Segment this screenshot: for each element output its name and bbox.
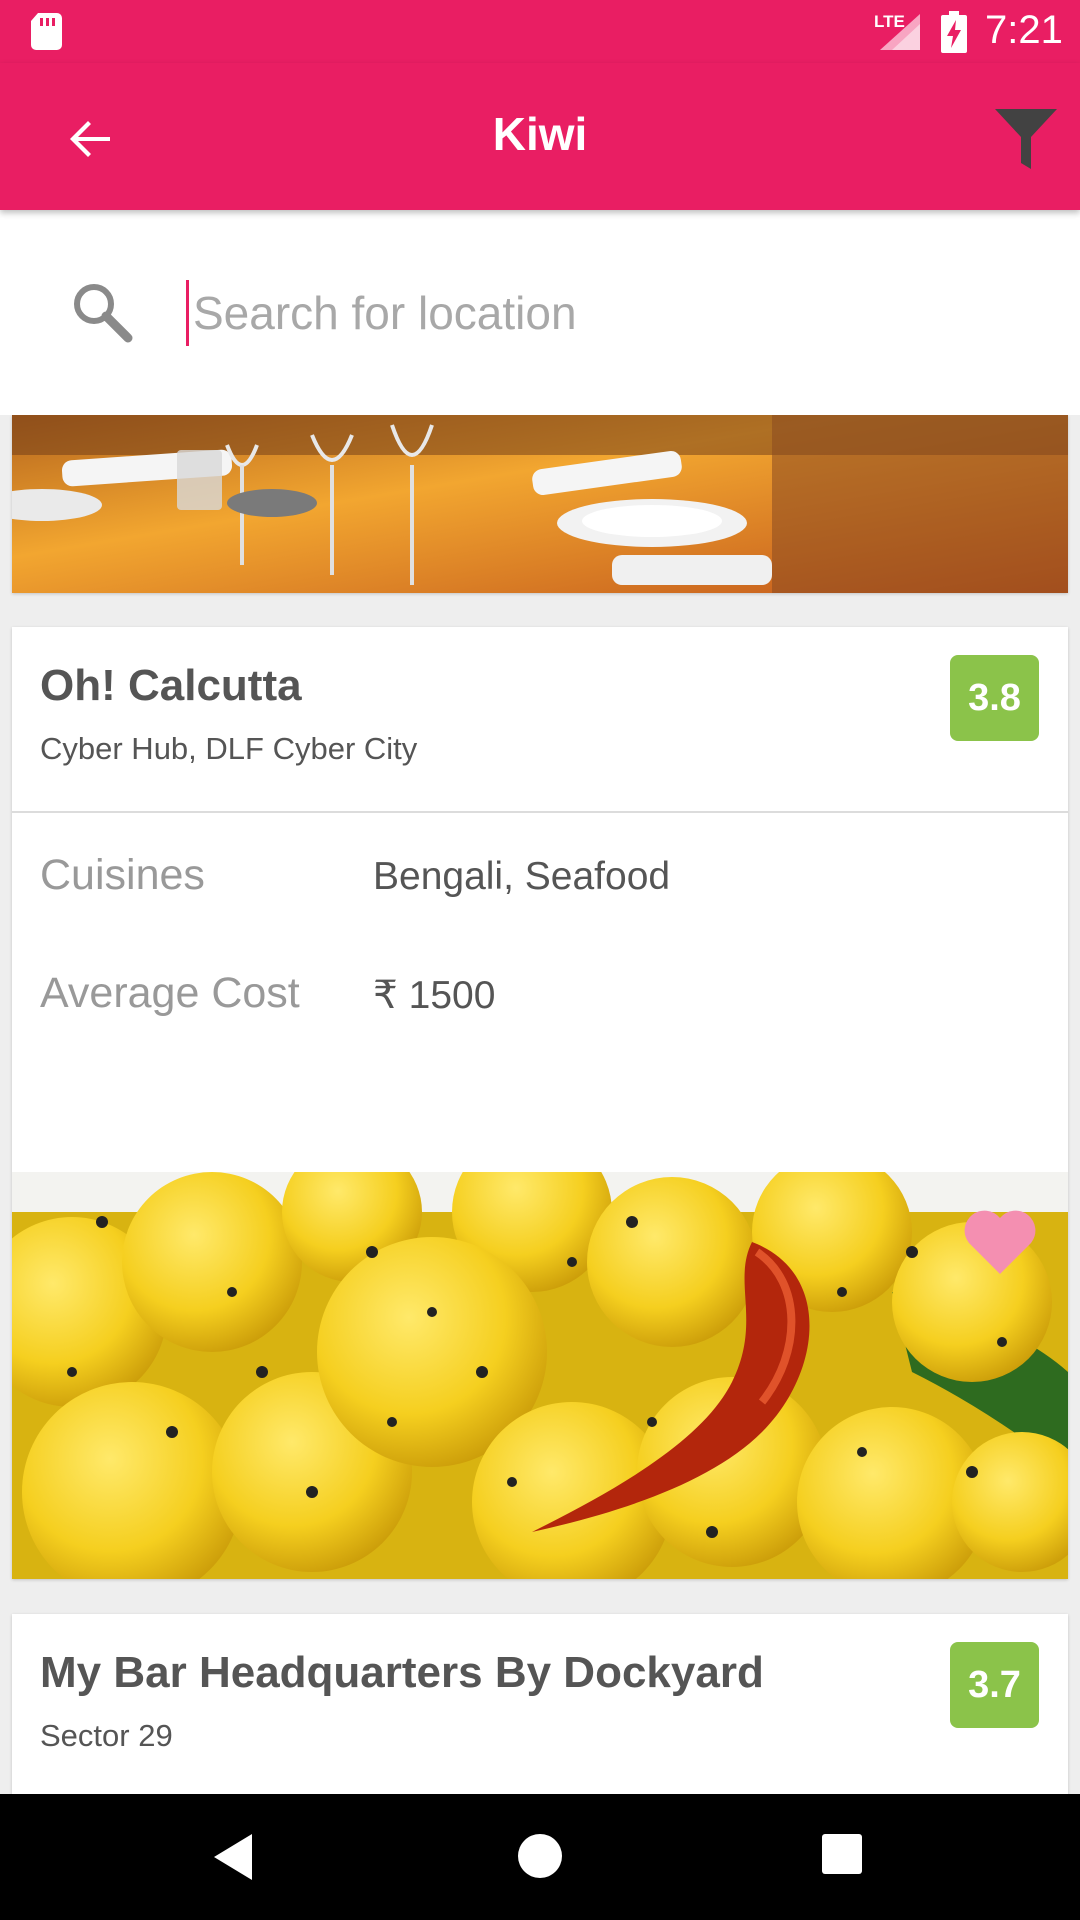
location-search-input[interactable] bbox=[186, 280, 906, 346]
status-bar: LTE 7:21 bbox=[0, 0, 1080, 63]
rating-badge: 3.8 bbox=[950, 655, 1039, 741]
page-title: Kiwi bbox=[492, 108, 588, 160]
search-icon bbox=[74, 284, 133, 343]
system-nav-bar bbox=[0, 1794, 1080, 1920]
search-bar bbox=[0, 210, 1080, 415]
battery-charging-icon bbox=[941, 11, 967, 53]
average-cost-value: ₹ 1500 bbox=[373, 974, 496, 1017]
heart-icon[interactable] bbox=[962, 1208, 1038, 1276]
divider bbox=[12, 811, 1068, 813]
restaurant-name: My Bar Headquarters By Dockyard bbox=[40, 1648, 764, 1697]
cuisines-value: Bengali, Seafood bbox=[373, 855, 671, 898]
restaurant-name: Oh! Calcutta bbox=[40, 661, 302, 710]
cuisines-label: Cuisines bbox=[40, 851, 205, 899]
food-image bbox=[12, 1172, 1068, 1579]
status-clock: 7:21 bbox=[985, 8, 1063, 52]
sd-card-icon bbox=[31, 13, 62, 50]
restaurant-location: Sector 29 bbox=[40, 1718, 173, 1753]
restaurant-card-partial[interactable] bbox=[12, 415, 1068, 593]
average-cost-label: Average Cost bbox=[40, 969, 300, 1017]
nav-recents-icon[interactable] bbox=[822, 1834, 862, 1874]
rating-badge: 3.7 bbox=[950, 1642, 1039, 1728]
app-toolbar: Kiwi bbox=[0, 63, 1080, 210]
filter-button[interactable] bbox=[990, 99, 1062, 179]
nav-home-icon[interactable] bbox=[518, 1834, 562, 1878]
signal-icon bbox=[880, 14, 920, 50]
restaurant-interior-image bbox=[12, 415, 1068, 593]
filter-icon bbox=[995, 109, 1057, 169]
restaurant-card[interactable]: Oh! Calcutta Cyber Hub, DLF Cyber City 3… bbox=[12, 627, 1068, 1579]
nav-back-icon[interactable] bbox=[208, 1830, 262, 1884]
restaurant-location: Cyber Hub, DLF Cyber City bbox=[40, 731, 418, 766]
app-screen: LTE 7:21 Kiwi Search for location Oh! Ca… bbox=[0, 0, 1080, 1920]
food-photo bbox=[12, 1172, 1068, 1579]
